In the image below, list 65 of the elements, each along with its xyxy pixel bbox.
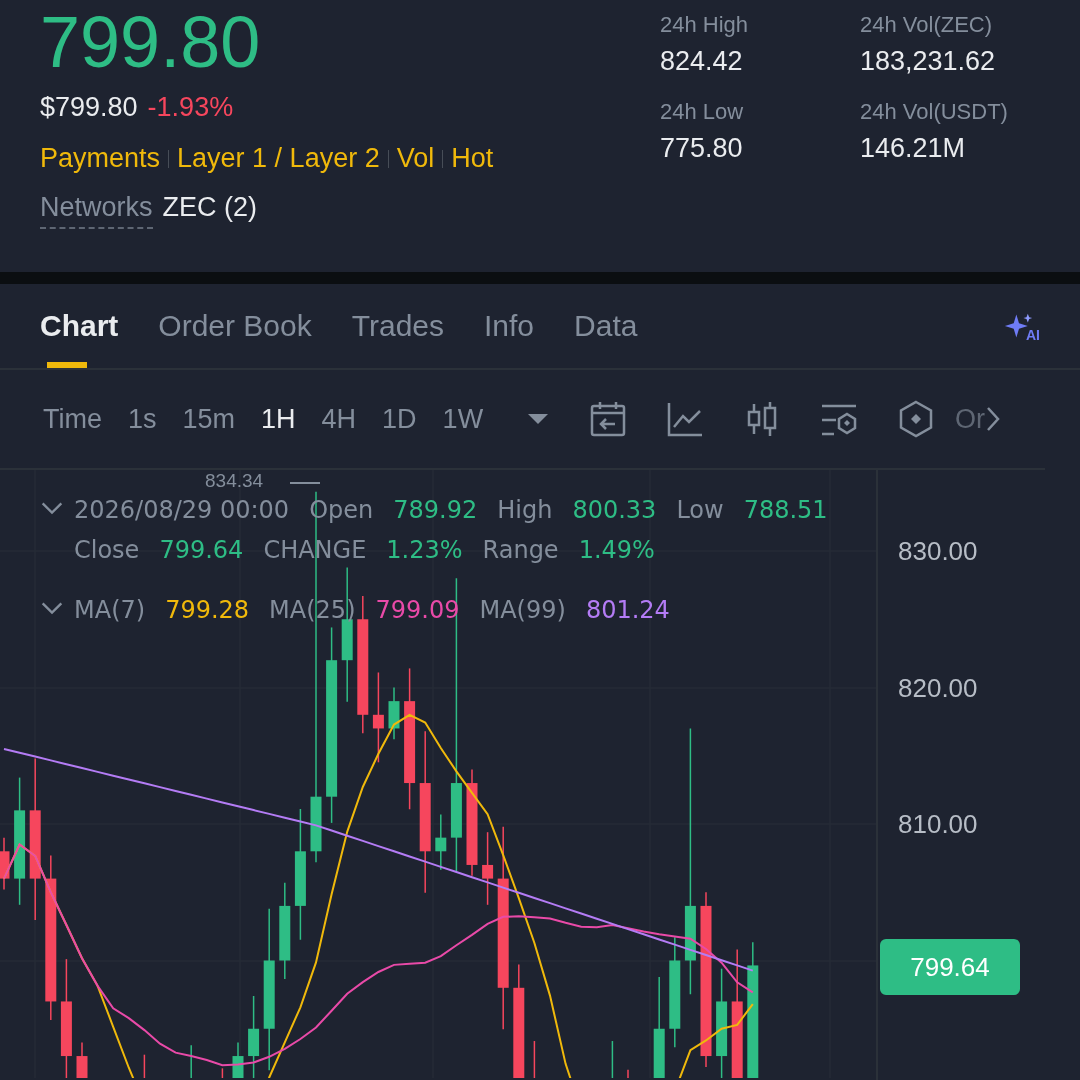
price-change: -1.93% <box>147 92 234 123</box>
interval-button[interactable]: 1D <box>369 403 430 435</box>
ma-value: 799.28 <box>165 595 250 626</box>
tab[interactable]: Chart <box>40 284 119 368</box>
ma-value: 801.24 <box>585 595 670 626</box>
current-price-tag: 799.64 <box>880 939 1020 995</box>
stat-label: 24h Vol(ZEC) <box>860 12 994 38</box>
stat-value: 146.21M <box>860 133 967 164</box>
usd-price: $799.80 <box>40 92 138 123</box>
networks-value: ZEC (2) <box>162 192 258 223</box>
interval-button[interactable]: Time <box>30 403 115 435</box>
legend-label: High <box>497 495 553 526</box>
stat-label: 24h High <box>660 12 750 38</box>
stat-value: 183,231.62 <box>860 46 997 77</box>
chevron-right-icon[interactable] <box>985 405 1002 433</box>
category-tag[interactable]: Payments <box>40 143 161 174</box>
category-tag[interactable]: Hot <box>451 143 494 174</box>
tab[interactable]: Order Book <box>158 284 312 368</box>
dropdown-caret-icon[interactable] <box>526 412 551 426</box>
legend-value: 800.33 <box>572 495 657 526</box>
interval-button[interactable]: 15m <box>169 403 249 435</box>
candle <box>143 1053 146 1078</box>
candle <box>221 1067 224 1078</box>
calendar-icon[interactable] <box>589 400 628 438</box>
interval-button[interactable]: 1W <box>429 403 497 435</box>
legend-label: Low <box>676 495 724 526</box>
ai-assistant-button[interactable]: AI <box>1004 311 1040 341</box>
ma-label: MA(99) <box>479 595 566 626</box>
legend-value: 1.49% <box>578 535 655 566</box>
candle <box>76 1041 88 1078</box>
high-price-marker: 834.34 <box>205 470 264 492</box>
interval-button[interactable]: 4H <box>308 403 370 435</box>
price-axis-label: 830.00 <box>898 535 978 567</box>
price-axis-label: 810.00 <box>898 808 978 840</box>
more-tools-button[interactable]: Or <box>955 403 1002 435</box>
stat-label: 24h Vol(USDT) <box>860 99 1009 125</box>
legend-label: Range <box>482 535 559 566</box>
stat-value: 775.80 <box>660 133 744 164</box>
candle <box>232 1041 244 1078</box>
legend-label: Close <box>74 535 140 566</box>
networks-label[interactable]: Networks <box>40 192 153 229</box>
interval-button[interactable]: 1H <box>248 403 309 435</box>
leader-line <box>290 482 320 484</box>
price-axis-label: 820.00 <box>898 672 978 704</box>
tab[interactable]: Data <box>574 284 638 368</box>
candle <box>0 836 10 891</box>
interval-button[interactable]: 1s <box>115 403 170 435</box>
candle-date: 2026/08/29 00:00 <box>74 495 290 526</box>
ma-label: MA(7) <box>74 595 146 626</box>
candle <box>533 1040 536 1078</box>
stat-label: 24h Low <box>660 99 745 125</box>
candle <box>388 686 400 741</box>
last-price: 799.80 <box>40 2 262 82</box>
category-tag[interactable]: Vol <box>396 143 435 174</box>
line-chart-icon[interactable] <box>666 400 705 438</box>
tab[interactable]: Trades <box>351 284 444 368</box>
category-tag[interactable]: Layer 1 / Layer 2 <box>177 143 380 174</box>
candle <box>435 813 447 871</box>
legend-value: 799.64 <box>159 535 244 566</box>
tab[interactable]: Info <box>484 284 535 368</box>
candle <box>611 1040 614 1078</box>
legend-value: 788.51 <box>743 495 828 526</box>
stat-value: 824.42 <box>660 46 744 77</box>
legend-value: 789.92 <box>393 495 478 526</box>
legend-value: 1.23% <box>386 535 463 566</box>
